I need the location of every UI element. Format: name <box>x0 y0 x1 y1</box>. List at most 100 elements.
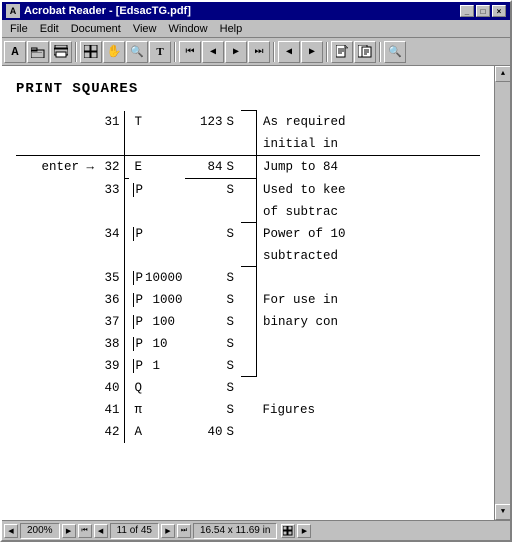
row-val: 123 <box>185 111 225 133</box>
row-s: S <box>225 377 241 399</box>
row-bracket <box>241 333 257 355</box>
title-bar: A Acrobat Reader - [EdsacTG.pdf] _ □ × <box>2 2 510 20</box>
menu-bar: File Edit Document View Window Help <box>2 20 510 38</box>
scroll-down-btn[interactable]: ▼ <box>495 504 510 520</box>
row-label <box>16 421 96 443</box>
row-code: T <box>129 111 185 133</box>
row-code: A <box>129 421 185 443</box>
main-window: A Acrobat Reader - [EdsacTG.pdf] _ □ × F… <box>0 0 512 542</box>
menu-file[interactable]: File <box>4 22 34 36</box>
layout-btn[interactable] <box>281 524 295 538</box>
row-s: S <box>225 399 241 421</box>
tool-zoom-btn[interactable]: 🔍 <box>126 41 148 63</box>
table-row: 34 P S Power of 10 <box>16 223 480 245</box>
document-table: 31 T 123 S As required <box>16 110 480 443</box>
vertical-scrollbar[interactable]: ▲ ▼ <box>494 66 510 520</box>
scroll-right-btn[interactable]: ▶ <box>297 524 311 538</box>
zoom-increase-btn[interactable]: ▶ <box>62 524 76 538</box>
tool-last-btn[interactable]: ⏭ <box>248 41 270 63</box>
row-bracket <box>241 223 257 245</box>
row-code <box>129 201 185 223</box>
tool-forward-btn[interactable]: ▶ <box>301 41 323 63</box>
row-s <box>225 245 241 267</box>
row-num: 31 <box>96 111 124 133</box>
row-val <box>185 289 225 311</box>
zoom-decrease-btn[interactable]: ◀ <box>4 524 18 538</box>
tool-font-btn[interactable]: A <box>4 41 26 63</box>
tool-pages-btn[interactable] <box>80 41 102 63</box>
menu-view[interactable]: View <box>127 22 163 36</box>
row-val <box>185 223 225 245</box>
row-bracket <box>241 377 257 399</box>
row-bracket <box>241 201 257 223</box>
row-val: 84 <box>185 155 225 178</box>
row-s: S <box>225 155 241 178</box>
row-bracket <box>241 267 257 289</box>
table-row: 41 π S Figures <box>16 399 480 421</box>
page-last-btn[interactable]: ⏭ <box>177 524 191 538</box>
title-buttons: _ □ × <box>460 5 506 17</box>
row-label <box>16 377 96 399</box>
row-desc: Figures <box>257 399 480 421</box>
row-desc: Power of 10 <box>257 223 480 245</box>
row-bracket <box>241 111 257 133</box>
page-prev-btn[interactable]: ⏮ <box>78 524 92 538</box>
scroll-track[interactable] <box>495 82 510 504</box>
row-label <box>16 245 96 267</box>
window-title: Acrobat Reader - [EdsacTG.pdf] <box>24 5 191 17</box>
row-bracket <box>241 355 257 377</box>
tool-search-btn[interactable]: 🔍 <box>384 41 406 63</box>
row-code: E <box>129 155 185 178</box>
document-content: PRINT SQUARES <box>2 66 494 520</box>
menu-document[interactable]: Document <box>65 22 127 36</box>
menu-window[interactable]: Window <box>163 22 214 36</box>
tool-open-btn[interactable] <box>27 41 49 63</box>
row-desc: Jump to 84 <box>257 155 480 178</box>
row-num: 37 <box>96 311 124 333</box>
row-s <box>225 201 241 223</box>
tool-back-btn[interactable]: ◀ <box>278 41 300 63</box>
tool-print-btn[interactable] <box>50 41 72 63</box>
tool-next-btn[interactable]: ▶ <box>225 41 247 63</box>
row-s: S <box>225 421 241 443</box>
tool-doc-btn[interactable] <box>331 41 353 63</box>
row-code: Q <box>129 377 185 399</box>
maximize-button[interactable]: □ <box>476 5 490 17</box>
tool-first-btn[interactable]: ⏮ <box>179 41 201 63</box>
menu-help[interactable]: Help <box>214 22 249 36</box>
table-row: subtracted <box>16 245 480 267</box>
row-s: S <box>225 267 241 289</box>
row-num: 36 <box>96 289 124 311</box>
row-desc: of subtrac <box>257 201 480 223</box>
row-desc <box>257 377 480 399</box>
row-val <box>185 267 225 289</box>
tool-text-btn[interactable]: T <box>149 41 171 63</box>
row-label <box>16 201 96 223</box>
zoom-level: 200% <box>20 523 60 539</box>
close-button[interactable]: × <box>492 5 506 17</box>
row-bracket <box>241 133 257 156</box>
row-s: S <box>225 178 241 201</box>
page-back-btn[interactable]: ◀ <box>94 524 108 538</box>
tool-doclist-btn[interactable] <box>354 41 376 63</box>
page-fwd-btn[interactable]: ▶ <box>161 524 175 538</box>
row-val <box>185 133 225 156</box>
menu-edit[interactable]: Edit <box>34 22 65 36</box>
tool-prev-btn[interactable]: ◀ <box>202 41 224 63</box>
row-s: S <box>225 311 241 333</box>
row-num: 40 <box>96 377 124 399</box>
status-bar: ◀ 200% ▶ ⏮ ◀ 11 of 45 ▶ ⏭ 16.54 x 11.69 … <box>2 520 510 540</box>
table-row: initial in <box>16 133 480 156</box>
row-code: P <box>129 178 185 201</box>
scroll-up-btn[interactable]: ▲ <box>495 66 510 82</box>
row-s: S <box>225 289 241 311</box>
table-row: 35 P10000 S <box>16 267 480 289</box>
row-code: P <box>129 223 185 245</box>
minimize-button[interactable]: _ <box>460 5 474 17</box>
row-label <box>16 267 96 289</box>
row-val <box>185 377 225 399</box>
row-desc <box>257 333 480 355</box>
tool-hand-btn[interactable]: ✋ <box>103 41 125 63</box>
row-num: 42 <box>96 421 124 443</box>
row-val <box>185 333 225 355</box>
